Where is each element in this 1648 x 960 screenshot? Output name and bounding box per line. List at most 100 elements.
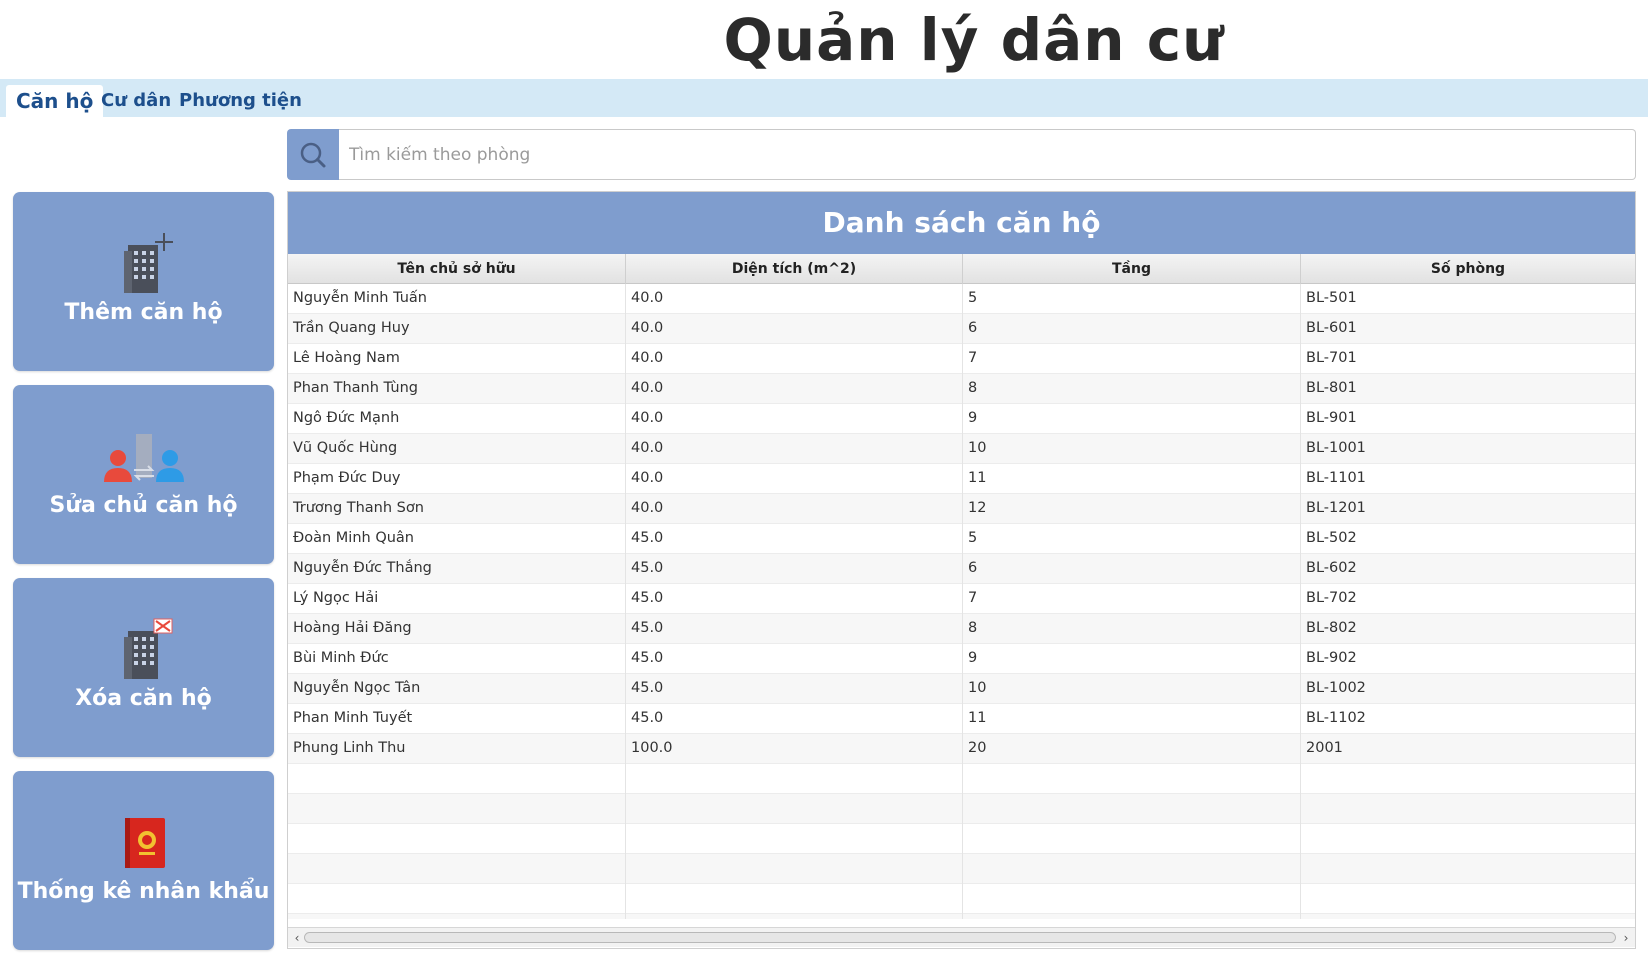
cell-room: BL-502 [1306, 530, 1357, 546]
cell-area: 40.0 [626, 464, 963, 494]
cell-owner: Nguyễn Minh Tuấn [288, 284, 626, 314]
app-title: Quản lý dân cư [723, 6, 1225, 74]
cell-floor: 7 [963, 584, 1301, 614]
empty-cell [963, 764, 1301, 794]
cell-owner: Lê Hoàng Nam [288, 344, 626, 374]
scroll-left-arrow-icon[interactable]: ‹ [290, 930, 304, 946]
empty-cell [963, 794, 1301, 824]
cell-owner: Ngô Đức Mạnh [288, 404, 626, 434]
tab-vehicles[interactable]: Phương tiện [169, 85, 312, 117]
tab-residents[interactable]: Cư dân [91, 85, 181, 117]
empty-cell [1301, 854, 1635, 884]
cell-owner: Vũ Quốc Hùng [288, 434, 626, 464]
table-row[interactable]: Phan Thanh Tùng 40.0 8 BL-801 [288, 374, 1635, 404]
scrollbar-thumb[interactable] [304, 932, 1616, 943]
empty-cell [626, 884, 963, 914]
column-header-owner[interactable]: Tên chủ sở hữu [288, 254, 626, 284]
cell-floor: 5 [963, 524, 1301, 554]
cell-room: BL-602 [1306, 560, 1357, 576]
table-row[interactable]: Nguyễn Đức Thắng 45.0 6 BL-602 [288, 554, 1635, 584]
tab-bar: Căn hộ Cư dân Phương tiện [0, 79, 1648, 117]
cell-owner: Lý Ngọc Hải [288, 584, 626, 614]
building-add-icon [123, 233, 173, 293]
population-stats-label: Thống kê nhân khẩu [17, 879, 270, 904]
table-row[interactable]: Phạm Đức Duy 40.0 11 BL-1101 [288, 464, 1635, 494]
table-row[interactable]: Phan Minh Tuyết 45.0 11 BL-1102 [288, 704, 1635, 734]
empty-cell [626, 914, 963, 919]
table-row[interactable]: Nguyễn Ngọc Tân 45.0 10 BL-1002 [288, 674, 1635, 704]
cell-floor: 8 [963, 374, 1301, 404]
column-header-floor[interactable]: Tầng [963, 254, 1301, 284]
population-stats-button[interactable]: Thống kê nhân khẩu [13, 771, 274, 950]
cell-room: BL-601 [1306, 320, 1357, 336]
search-bar [287, 129, 1636, 180]
cell-room: BL-702 [1306, 590, 1357, 606]
cell-room: BL-902 [1306, 650, 1357, 666]
search-button[interactable] [287, 129, 339, 180]
empty-table-row [288, 884, 1635, 914]
cell-room: BL-1101 [1306, 470, 1366, 486]
table-row[interactable]: Vũ Quốc Hùng 40.0 10 BL-1001 [288, 434, 1635, 464]
column-header-area[interactable]: Diện tích (m^2) [626, 254, 963, 284]
add-apartment-button[interactable]: Thêm căn hộ [13, 192, 274, 371]
cell-owner: Trần Quang Huy [288, 314, 626, 344]
cell-owner: Trương Thanh Sơn [288, 494, 626, 524]
empty-table-row [288, 794, 1635, 824]
scroll-right-arrow-icon[interactable]: › [1619, 930, 1633, 946]
apartment-list-panel: Danh sách căn hộ Tên chủ sở hữu Diện tíc… [287, 191, 1636, 949]
table-row[interactable]: Nguyễn Minh Tuấn 40.0 5 BL-501 [288, 284, 1635, 314]
table-row[interactable]: Trương Thanh Sơn 40.0 12 BL-1201 [288, 494, 1635, 524]
cell-floor: 9 [963, 404, 1301, 434]
delete-apartment-button[interactable]: Xóa căn hộ [13, 578, 274, 757]
empty-cell [963, 854, 1301, 884]
panel-title: Danh sách căn hộ [288, 192, 1635, 254]
cell-owner: Đoàn Minh Quân [288, 524, 626, 554]
household-book-icon [124, 818, 165, 868]
cell-room: 2001 [1306, 740, 1343, 756]
edit-owner-button[interactable]: Sửa chủ căn hộ [13, 385, 274, 564]
table-body: Nguyễn Minh Tuấn 40.0 5 BL-501 Trần Quang Hu… [288, 284, 1635, 919]
table-row[interactable]: Phung Linh Thu 100.0 20 2001 [288, 734, 1635, 764]
table-row[interactable]: Hoàng Hải Đăng 45.0 8 BL-802 [288, 614, 1635, 644]
search-input[interactable] [339, 129, 1636, 180]
horizontal-scrollbar[interactable]: ‹ › [288, 927, 1635, 947]
table-row[interactable]: Lý Ngọc Hải 45.0 7 BL-702 [288, 584, 1635, 614]
cell-area: 45.0 [626, 614, 963, 644]
cell-area: 40.0 [626, 344, 963, 374]
column-header-room[interactable]: Số phòng [1301, 254, 1635, 284]
cell-area: 40.0 [626, 404, 963, 434]
cell-floor: 5 [963, 284, 1301, 314]
add-apartment-label: Thêm căn hộ [64, 300, 223, 325]
owner-swap-icon [103, 434, 184, 482]
empty-table-row [288, 824, 1635, 854]
edit-owner-label: Sửa chủ căn hộ [49, 493, 238, 518]
cell-floor: 6 [963, 554, 1301, 584]
empty-cell [626, 854, 963, 884]
cell-owner: Bùi Minh Đức [288, 644, 626, 674]
empty-cell [288, 854, 626, 884]
empty-cell [1301, 914, 1635, 919]
empty-cell [626, 764, 963, 794]
empty-cell [288, 824, 626, 854]
table-row[interactable]: Lê Hoàng Nam 40.0 7 BL-701 [288, 344, 1635, 374]
cell-floor: 6 [963, 314, 1301, 344]
delete-apartment-label: Xóa căn hộ [75, 686, 212, 711]
cell-owner: Phan Thanh Tùng [288, 374, 626, 404]
table-row[interactable]: Đoàn Minh Quân 45.0 5 BL-502 [288, 524, 1635, 554]
tab-apartments[interactable]: Căn hộ [6, 85, 104, 117]
cell-area: 45.0 [626, 524, 963, 554]
table-row[interactable]: Trần Quang Huy 40.0 6 BL-601 [288, 314, 1635, 344]
cell-room: BL-1002 [1306, 680, 1366, 696]
cell-floor: 11 [963, 704, 1301, 734]
cell-area: 45.0 [626, 584, 963, 614]
table-row[interactable]: Bùi Minh Đức 45.0 9 BL-902 [288, 644, 1635, 674]
empty-cell [1301, 884, 1635, 914]
empty-cell [963, 914, 1301, 919]
empty-table-row [288, 764, 1635, 794]
table-row[interactable]: Ngô Đức Mạnh 40.0 9 BL-901 [288, 404, 1635, 434]
cell-room: BL-1001 [1306, 440, 1366, 456]
cell-floor: 7 [963, 344, 1301, 374]
cell-floor: 11 [963, 464, 1301, 494]
cell-area: 40.0 [626, 314, 963, 344]
cell-room: BL-802 [1306, 620, 1357, 636]
